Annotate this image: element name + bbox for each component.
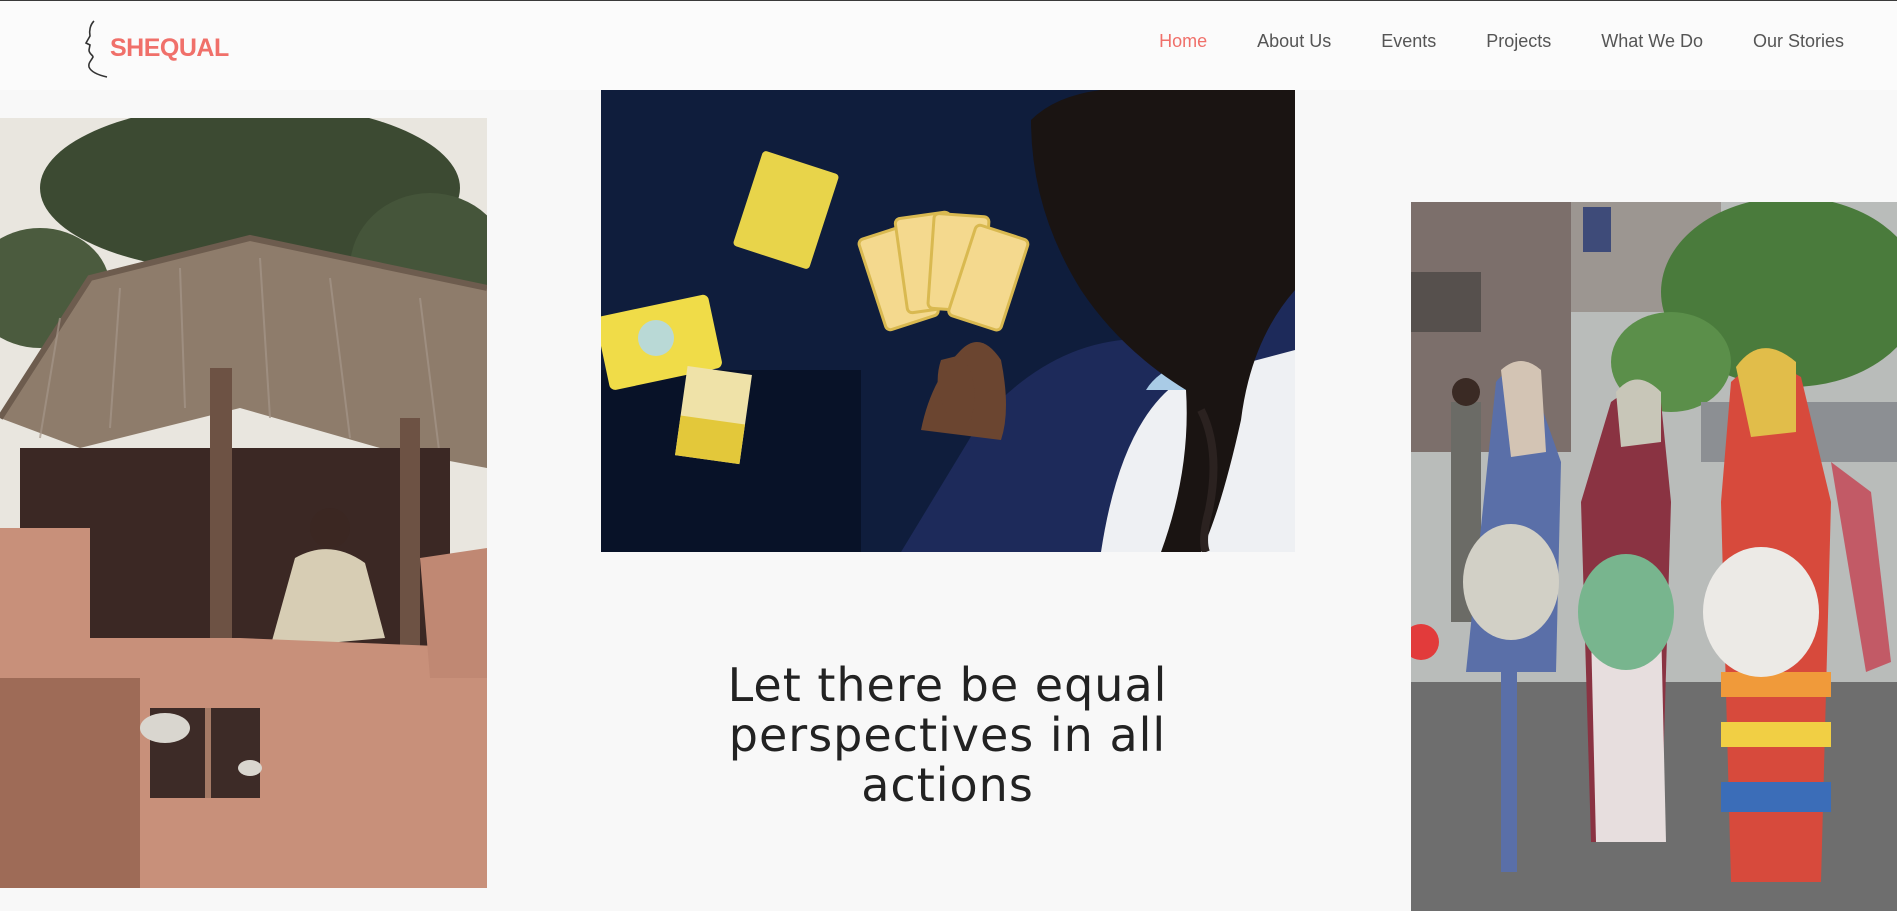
site-logo[interactable]: SHEQUAL xyxy=(80,13,250,83)
card-game-illustration xyxy=(601,90,1295,552)
nav-item-events[interactable]: Events xyxy=(1381,31,1436,52)
nav-item-projects[interactable]: Projects xyxy=(1486,31,1551,52)
girl-holding-response-cards-photo xyxy=(601,90,1295,552)
hero-tagline: Let there be equal perspectives in all a… xyxy=(660,660,1235,810)
nav-item-our-stories[interactable]: Our Stories xyxy=(1753,31,1844,52)
tagline-line-1: Let there be equal xyxy=(727,658,1168,712)
nav-item-home[interactable]: Home xyxy=(1159,31,1207,52)
tagline-line-3: actions xyxy=(861,758,1034,812)
tagline-line-2: perspectives in all xyxy=(728,708,1167,762)
nav-item-what-we-do[interactable]: What We Do xyxy=(1601,31,1703,52)
woman-sitting-in-thatched-hut-photo xyxy=(0,118,487,888)
women-walking-with-bags-photo xyxy=(1411,202,1897,911)
walking-women-illustration xyxy=(1411,202,1897,911)
nav-item-about-us[interactable]: About Us xyxy=(1257,31,1331,52)
brand-name: SHEQUAL xyxy=(110,33,229,62)
hut-scene-illustration xyxy=(0,118,487,888)
main-nav: Home About Us Events Projects What We Do… xyxy=(1159,31,1844,52)
face-profile-icon xyxy=(84,20,108,78)
site-header: SHEQUAL Home About Us Events Projects Wh… xyxy=(0,1,1897,90)
